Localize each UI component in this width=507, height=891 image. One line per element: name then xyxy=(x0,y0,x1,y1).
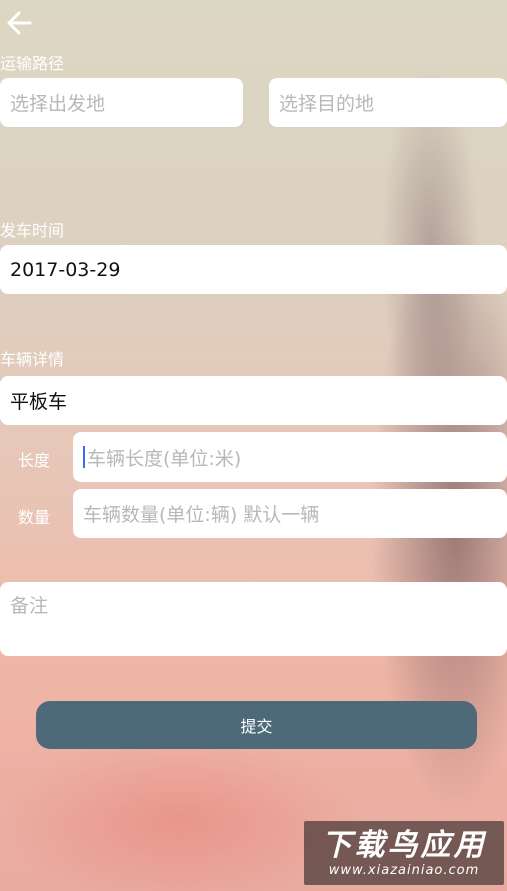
watermark-title: 下载鸟应用 xyxy=(321,827,487,863)
vehicle-section-label: 车辆详情 xyxy=(0,350,65,369)
departure-section-label: 发车时间 xyxy=(0,221,65,240)
vehicle-type-field[interactable]: 平板车 xyxy=(0,376,507,425)
origin-placeholder: 选择出发地 xyxy=(10,93,106,115)
watermark-logo: 下载鸟应用 www.xiazainiao.com xyxy=(304,821,504,885)
destination-placeholder: 选择目的地 xyxy=(279,93,375,115)
departure-date-value: 2017-03-29 xyxy=(10,258,121,281)
length-input[interactable]: 车辆长度(单位:米) xyxy=(73,432,507,482)
back-button[interactable] xyxy=(4,8,36,38)
watermark-url: www.xiazainiao.com xyxy=(328,862,480,878)
route-section-label: 运输路径 xyxy=(0,54,65,73)
remarks-textarea[interactable]: 备注 xyxy=(0,582,507,656)
vehicle-type-value: 平板车 xyxy=(10,391,68,413)
quantity-label: 数量 xyxy=(18,508,51,527)
remarks-placeholder: 备注 xyxy=(10,595,49,617)
departure-date-field[interactable]: 2017-03-29 xyxy=(0,245,507,294)
length-label: 长度 xyxy=(18,451,51,470)
destination-field[interactable]: 选择目的地 xyxy=(269,78,507,127)
arrow-left-icon xyxy=(7,11,32,35)
length-placeholder: 车辆长度(单位:米) xyxy=(87,447,242,470)
quantity-input[interactable]: 车辆数量(单位:辆) 默认一辆 xyxy=(73,489,507,538)
quantity-placeholder: 车辆数量(单位:辆) 默认一辆 xyxy=(83,504,320,526)
text-cursor xyxy=(83,446,85,468)
origin-field[interactable]: 选择出发地 xyxy=(0,78,243,127)
submit-button[interactable]: 提交 xyxy=(36,701,477,749)
